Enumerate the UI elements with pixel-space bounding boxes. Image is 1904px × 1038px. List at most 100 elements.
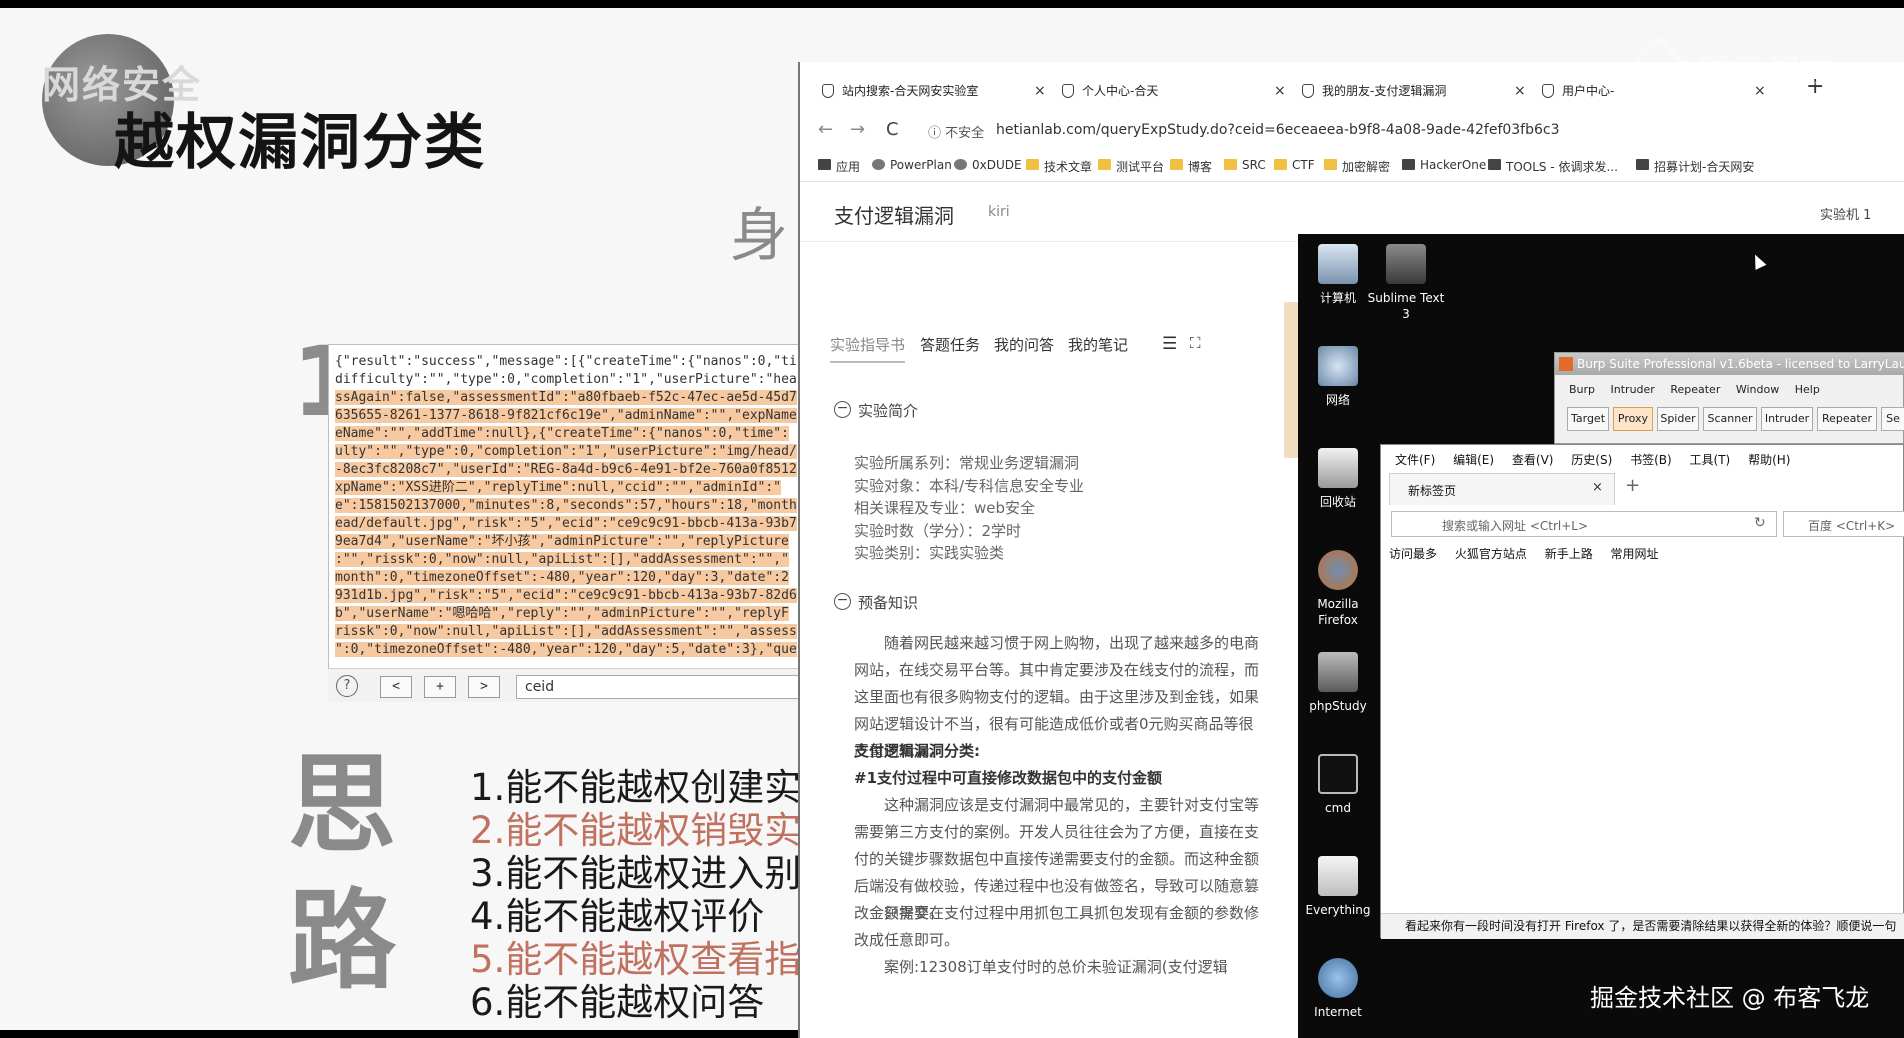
browser-tab[interactable]: 个人中心-合天 × <box>1052 72 1292 110</box>
page-title: 支付逻辑漏洞 <box>834 204 954 228</box>
address-bar[interactable]: hetianlab.com/queryExpStudy.do?ceid=6ece… <box>996 122 1560 138</box>
tab-label: 用户中心- <box>1562 84 1615 98</box>
burp-tab-intruder[interactable]: Intruder <box>1761 407 1813 431</box>
burp-menu-item[interactable]: Intruder <box>1611 383 1655 396</box>
browser-tab[interactable]: 我的朋友-支付逻辑漏洞 × <box>1292 72 1532 110</box>
firefox-address-bar[interactable]: 搜索或输入网址 <Ctrl+L> ↻ <box>1391 511 1777 537</box>
shield-icon <box>822 84 834 98</box>
next-match-button[interactable]: > <box>468 676 500 698</box>
intro-line: 实验类别：实践实验类 <box>854 544 1005 562</box>
bookmark-item[interactable]: 技术文章 <box>1026 158 1092 175</box>
bookmark-item[interactable]: 招募计划-合天网安 <box>1636 158 1754 175</box>
tencent-watermark: 腾讯课堂 <box>1700 52 1837 90</box>
firefox-menu-item[interactable]: 工具(T) <box>1690 453 1731 467</box>
tab-label: 站内搜索-合天网安实验室 <box>842 84 979 98</box>
desktop-icon-ie[interactable]: Internet <box>1298 958 1378 1020</box>
burp-menu-item[interactable]: Window <box>1736 383 1779 396</box>
json-text: {"result":"success","message":[{"createT… <box>335 354 797 657</box>
browser-tab[interactable]: 站内搜索-合天网安实验室 × <box>812 72 1052 110</box>
burp-tab-scanner[interactable]: Scanner <box>1703 407 1757 431</box>
desktop-icon-network[interactable]: 网络 <box>1298 346 1378 408</box>
desktop-icon-recycle-bin[interactable]: 回收站 <box>1298 448 1378 510</box>
tab-label: 个人中心-合天 <box>1082 84 1159 98</box>
bookmark-item[interactable]: CTF <box>1274 158 1315 172</box>
bookmark-item[interactable]: 博客 <box>1170 158 1212 175</box>
lab-machine-button[interactable]: 实验机 1 <box>1820 204 1871 223</box>
tab-guide[interactable]: 实验指导书 <box>830 334 906 363</box>
firefox-bookmark[interactable]: 常用网址 <box>1611 547 1659 561</box>
firefox-menu-item[interactable]: 编辑(E) <box>1453 453 1494 467</box>
burp-menu-item[interactable]: Help <box>1795 383 1820 396</box>
firefox-menu-item[interactable]: 书签(B) <box>1630 453 1672 467</box>
bookmark-item[interactable]: 应用 <box>818 158 860 175</box>
close-icon[interactable]: × <box>1514 72 1526 110</box>
reload-icon[interactable]: ↻ <box>1754 515 1766 531</box>
slide-list-item: 5.能不能越权查看指导 <box>470 938 839 981</box>
collapse-icon: − <box>834 401 851 418</box>
reload-button[interactable]: C <box>886 119 899 140</box>
close-icon[interactable]: × <box>1592 480 1603 495</box>
prep-paragraph: 只需要在支付过程中用抓包工具抓包发现有金额的参数修改成任意即可。 <box>854 904 1260 949</box>
close-icon[interactable]: × <box>1274 72 1286 110</box>
burp-menu-item[interactable]: Repeater <box>1670 383 1720 396</box>
bookmark-item[interactable]: 加密解密 <box>1324 158 1390 175</box>
intro-line: 相关课程及专业：web安全 <box>854 499 1036 517</box>
firefox-notification-bar[interactable]: 看起来你有一段时间没有打开 Firefox 了，是否需要清除结果以获得全新的体验… <box>1381 913 1904 939</box>
firefox-bookmark[interactable]: 新手上路 <box>1545 547 1593 561</box>
firefox-bookmark[interactable]: 访问最多 <box>1389 547 1437 561</box>
section-prep[interactable]: − 预备知识 <box>834 592 918 613</box>
phpstudy-icon <box>1318 652 1358 692</box>
internet-explorer-icon <box>1318 958 1358 998</box>
fullscreen-icon[interactable]: ⛶ <box>1190 334 1201 352</box>
burp-tab-proxy[interactable]: Proxy <box>1613 407 1653 431</box>
close-icon[interactable]: × <box>1034 72 1046 110</box>
burp-tab-target[interactable]: Target <box>1567 407 1609 431</box>
burp-menu-item[interactable]: Burp <box>1569 383 1595 396</box>
firefox-menu-item[interactable]: 历史(S) <box>1571 453 1612 467</box>
prev-match-button[interactable]: < <box>380 676 412 698</box>
firefox-menu-item[interactable]: 帮助(H) <box>1748 453 1790 467</box>
desktop-icon-everything[interactable]: Everything <box>1298 856 1378 918</box>
tab-questions[interactable]: 我的问答 <box>994 334 1054 355</box>
desktop-icon-sublime[interactable]: Sublime Text 3 <box>1366 244 1446 322</box>
back-button[interactable]: ← <box>818 119 833 140</box>
security-indicator[interactable]: ⓘ 不安全 <box>928 122 984 141</box>
tab-notes[interactable]: 我的笔记 <box>1068 334 1128 355</box>
bookmark-item[interactable]: HackerOne <box>1402 158 1486 172</box>
user-name[interactable]: kiri <box>988 204 1010 220</box>
firefox-menu-item[interactable]: 查看(V) <box>1512 453 1554 467</box>
list-icon[interactable]: ☰ <box>1162 334 1177 354</box>
folder-icon <box>1098 159 1111 170</box>
folder-icon <box>1224 159 1237 170</box>
desktop-icon-cmd[interactable]: cmd <box>1298 754 1378 816</box>
firefox-new-tab-button[interactable]: + <box>1625 475 1640 496</box>
firefox-bookmark[interactable]: 火狐官方站点 <box>1455 547 1527 561</box>
bookmark-item[interactable]: SRC <box>1224 158 1266 172</box>
prep-subheading: 支付逻辑漏洞分类: <box>854 742 980 760</box>
firefox-tab[interactable]: 新标签页 × <box>1389 473 1615 505</box>
help-button[interactable]: ? <box>336 675 358 697</box>
json-search-input[interactable]: ceid <box>516 675 816 699</box>
bookmark-item[interactable]: TOOLS - 依调求发... <box>1488 158 1618 175</box>
burp-title-bar[interactable]: Burp Suite Professional v1.6beta - licen… <box>1555 353 1904 375</box>
forward-button[interactable]: → <box>850 119 865 140</box>
burp-tab-repeater[interactable]: Repeater <box>1817 407 1877 431</box>
folder-icon <box>1324 159 1337 170</box>
collapse-icon: − <box>834 593 851 610</box>
shield-icon <box>1062 84 1074 98</box>
scrollbar-thumb[interactable] <box>1284 302 1298 458</box>
tab-tasks[interactable]: 答题任务 <box>920 334 980 355</box>
section-intro[interactable]: − 实验简介 <box>834 400 918 421</box>
burp-tab-more[interactable]: Se <box>1881 407 1904 431</box>
add-button[interactable]: + <box>424 676 456 698</box>
slide-list-item: 6.能不能越权问答 <box>470 981 765 1024</box>
bookmark-item[interactable]: 测试平台 <box>1098 158 1164 175</box>
bookmark-item[interactable]: 0xDUDE <box>954 158 1022 172</box>
desktop-icon-phpstudy[interactable]: phpStudy <box>1298 652 1378 714</box>
burp-tab-spider[interactable]: Spider <box>1657 407 1699 431</box>
desktop-icon-firefox[interactable]: Mozilla Firefox <box>1298 550 1378 628</box>
firefox-search-box[interactable]: 百度 <Ctrl+K> <box>1783 511 1904 537</box>
firefox-menu-item[interactable]: 文件(F) <box>1395 453 1435 467</box>
bookmark-item[interactable]: PowerPlan <box>872 158 952 172</box>
juejin-watermark: 掘金技术社区 @ 布客飞龙 <box>1590 984 1870 1012</box>
